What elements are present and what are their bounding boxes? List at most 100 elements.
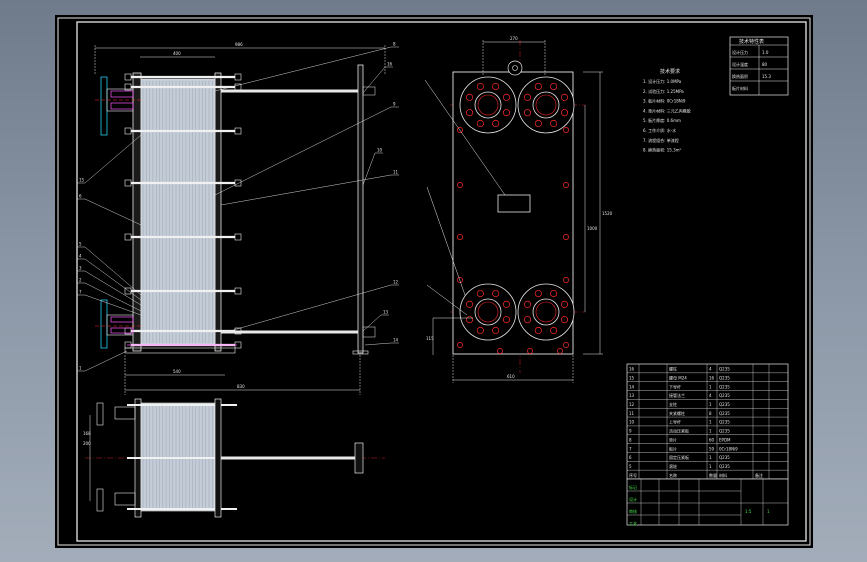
bom-material: Q235 <box>719 411 730 416</box>
leader-line <box>362 314 382 332</box>
leader-line <box>214 46 392 92</box>
cad-viewport[interactable]: 986 400 540 830 8 9 10 11 13 12 14 6 5 4… <box>55 15 813 548</box>
tech-req-line: 4. 垫片材料: 三元乙丙橡胶 <box>643 107 691 113</box>
fixed-frame-plate <box>132 72 142 352</box>
bom-qty: 16 <box>709 375 715 380</box>
bolt-nut <box>234 179 242 187</box>
tech-characteristic-table: 技术特性表 设计压力 1.0 设计温度 80 换热面积 15.3 板片材料 <box>729 36 789 96</box>
title-block: 标记设计审核工艺1:5 1 <box>626 478 789 526</box>
flange-outer <box>459 76 517 134</box>
svg-text:986: 986 <box>235 42 243 47</box>
leader-line <box>364 342 392 346</box>
svg-text:200: 200 <box>83 441 91 446</box>
bolt-nut <box>234 233 242 241</box>
tech-req-line: 1. 设计压力: 1.0MPa <box>643 78 682 84</box>
svg-text:270: 270 <box>510 36 518 41</box>
bom-material: Q235 <box>719 402 730 407</box>
bom-name: 固定压紧板 <box>669 454 689 460</box>
tech-row-key: 板片材料 <box>732 85 748 91</box>
flange-outer <box>517 283 575 341</box>
bom-header: 材料 <box>719 472 727 478</box>
port-flange <box>459 283 517 341</box>
part-label: 13 <box>383 310 389 315</box>
tech-requirements: 技术要求 1. 设计压力: 1.0MPa 2. 试验压力: 1.25MPa 3. 板… <box>643 68 691 153</box>
part-label: 10 <box>377 148 383 153</box>
svg-text:1520: 1520 <box>602 211 613 216</box>
tech-table-title: 技术特性表 <box>739 38 764 45</box>
bom-no: 16 <box>629 367 635 372</box>
part-label: 11 <box>393 170 399 175</box>
bolt-nut <box>124 179 132 187</box>
tech-row-key: 换热面积 <box>732 73 748 79</box>
leader-line <box>362 66 386 94</box>
bolt-nut <box>124 233 132 241</box>
bom-material: Q235 <box>719 464 730 469</box>
bolt-nut <box>234 73 242 81</box>
tech-row-key: 设计温度 <box>732 61 748 67</box>
title-label: 设计 <box>629 496 637 502</box>
side-view: 270 610 1520 1000 115 <box>424 36 613 383</box>
tech-req-title: 技术要求 <box>660 68 680 75</box>
top-view: 168 200 <box>83 398 385 518</box>
bom-name: 下导杆 <box>669 383 681 389</box>
bolt-nut <box>124 127 132 135</box>
bom-name: 活动压紧板 <box>669 428 689 434</box>
svg-text:1000: 1000 <box>587 226 598 231</box>
bom-no: 11 <box>629 411 635 416</box>
part-label: 2 <box>79 278 82 283</box>
svg-text:830: 830 <box>237 384 245 389</box>
bom-name: 螺母 M24 <box>669 374 687 380</box>
svg-text:610: 610 <box>507 374 515 379</box>
part-label: 15 <box>79 178 85 183</box>
bom-header: 序号 <box>629 472 637 478</box>
part-label: 8 <box>393 42 396 47</box>
bom-name: 夹紧螺柱 <box>669 410 685 416</box>
part-label: 6 <box>79 194 82 199</box>
part-label: 3 <box>79 266 82 271</box>
tech-req-line: 3. 板片材料: 0Cr18Ni9 <box>643 98 686 104</box>
tech-req-line: 8. 换热面积: 15.3m² <box>643 147 682 153</box>
bom-material: Q235 <box>719 455 730 460</box>
title-label: 工艺 <box>629 521 637 526</box>
bom-header: 备注 <box>755 472 763 478</box>
bom-material: Q235 <box>719 384 730 389</box>
title-label: 标记 <box>629 484 637 490</box>
bom-name: 滚轮 <box>669 463 677 469</box>
plate-pack <box>140 78 216 346</box>
bom-qty: 59 <box>709 446 715 451</box>
part-label: 4 <box>79 254 82 259</box>
bom-material: Q235 <box>719 429 730 434</box>
title-scale: 1:5 <box>745 509 752 514</box>
bom-no: 14 <box>629 384 635 389</box>
part-label: 5 <box>79 242 82 247</box>
svg-text:540: 540 <box>173 369 181 374</box>
tech-row-value: 15.3 <box>762 74 771 79</box>
bom-table: 16 螺柱 4 Q23515 螺母 M24 16 Q23514 下导杆 1 Q23513 接管法兰 4… <box>626 363 789 480</box>
tech-req-line: 2. 试验压力: 1.25MPa <box>643 88 684 94</box>
tech-row-value: 1.0 <box>762 50 769 55</box>
bom-material: EPDM <box>719 437 731 442</box>
part-label: 16 <box>387 62 393 67</box>
bom-name: 接管法兰 <box>669 392 685 398</box>
tech-row-value: 80 <box>762 62 768 67</box>
leader-line <box>84 350 128 372</box>
bom-name: 板片 <box>669 445 677 451</box>
leader-line <box>222 284 392 334</box>
bom-header: 数量 <box>709 472 717 478</box>
tech-req-line: 7. 流程组合: 单流程 <box>643 137 679 143</box>
bom-material: Q235 <box>719 375 730 380</box>
svg-text:400: 400 <box>173 51 181 56</box>
bom-no: 13 <box>629 393 635 398</box>
flange-outer <box>459 283 517 341</box>
bolt-nut <box>234 287 242 295</box>
bom-material: Q235 <box>719 393 730 398</box>
part-label: 14 <box>393 338 399 343</box>
bom-material: 0Cr18Ni9 <box>719 446 738 451</box>
tech-row-key: 设计压力 <box>732 49 748 55</box>
bolt-nut <box>124 73 132 81</box>
port-flange <box>459 76 517 134</box>
front-view: 986 400 540 830 89101113121465432171516 <box>77 42 399 395</box>
bom-header: 名称 <box>669 472 677 478</box>
tech-req-line: 6. 工作介质: 水-水 <box>643 127 676 133</box>
part-label: 7 <box>79 290 82 295</box>
